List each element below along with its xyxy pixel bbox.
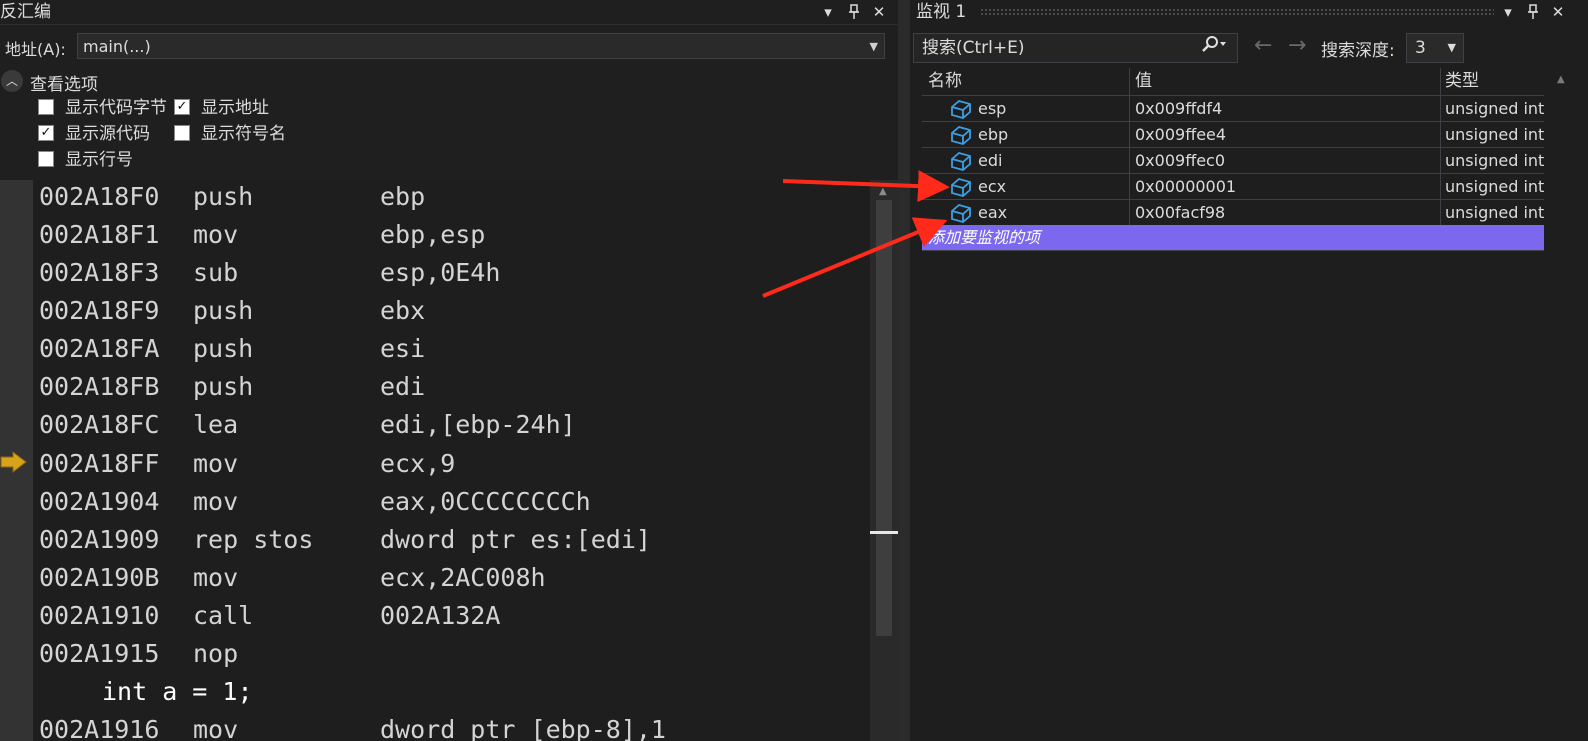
- address-combo[interactable]: main(...) ▼: [77, 33, 885, 59]
- variable-icon: [951, 178, 971, 197]
- watch-value[interactable]: 0x009ffec0: [1135, 148, 1225, 173]
- scroll-up-icon[interactable]: ▲: [1557, 74, 1565, 85]
- add-watch-row[interactable]: 添加要监视的项: [922, 225, 1544, 251]
- chevron-down-icon[interactable]: ▼: [870, 34, 878, 60]
- option-show-source[interactable]: ✓ 显示源代码: [38, 123, 178, 145]
- watch-name: ecx: [978, 177, 1007, 196]
- variable-icon: [951, 204, 971, 223]
- option-show-symbol-names[interactable]: 显示符号名: [174, 123, 294, 145]
- chevron-down-icon[interactable]: ▾: [817, 0, 839, 24]
- watch-titlebar: 监视 1 ▾ ✕: [910, 0, 1588, 24]
- watch-row[interactable]: edi 0x009ffec0 unsigned int: [922, 148, 1544, 174]
- watch-row[interactable]: ecx 0x00000001 unsigned int: [922, 174, 1544, 200]
- checkbox-show-line-numbers[interactable]: [38, 151, 54, 167]
- drag-grip[interactable]: [980, 8, 1494, 16]
- watch-value[interactable]: 0x009ffdf4: [1135, 96, 1222, 121]
- address-value: main(...): [83, 37, 151, 56]
- variable-icon: [951, 100, 971, 119]
- watch-type: unsigned int: [1445, 203, 1545, 222]
- watch-name: esp: [978, 99, 1007, 118]
- watch-type: unsigned int: [1445, 151, 1545, 170]
- watch-header: 名称 值 类型: [922, 68, 1544, 96]
- chevron-down-icon[interactable]: ▼: [1448, 34, 1456, 62]
- disassembly-window: 反汇编 ▾ ✕ 地址(A): main(...) ▼ ︿ 查看选项 显示代码字节…: [0, 0, 898, 741]
- instruction-pointer-icon: [0, 450, 27, 474]
- checkbox-show-source[interactable]: ✓: [38, 125, 54, 141]
- scroll-up-icon[interactable]: ▲: [879, 186, 887, 197]
- search-icon[interactable]: [1201, 34, 1227, 62]
- column-header-value[interactable]: 值: [1135, 68, 1152, 95]
- checkbox-show-symbol-names[interactable]: [174, 125, 190, 141]
- option-show-code-bytes[interactable]: 显示代码字节: [38, 97, 178, 119]
- address-label: 地址(A):: [5, 40, 66, 59]
- disassembly-title: 反汇编: [0, 2, 51, 22]
- option-show-line-numbers[interactable]: 显示行号: [38, 149, 158, 171]
- column-header-name[interactable]: 名称: [928, 68, 962, 95]
- disassembly-scrollbar[interactable]: ▲: [870, 180, 898, 741]
- variable-icon: [951, 152, 971, 171]
- watch-type: unsigned int: [1445, 177, 1545, 196]
- view-options-title: 查看选项: [30, 75, 98, 95]
- option-label: 显示行号: [65, 150, 133, 170]
- search-depth-value: 3: [1415, 38, 1426, 58]
- scrollbar-thumb[interactable]: [870, 531, 898, 534]
- scrollbar-track[interactable]: [876, 200, 892, 636]
- search-forward-icon[interactable]: →: [1288, 33, 1306, 58]
- window-splitter[interactable]: [898, 0, 910, 741]
- search-back-icon[interactable]: ←: [1254, 33, 1272, 58]
- option-show-address[interactable]: ✓ 显示地址: [174, 97, 294, 119]
- option-label: 显示代码字节: [65, 98, 167, 118]
- watch-search-input[interactable]: 搜索(Ctrl+E): [913, 33, 1238, 63]
- address-row: 地址(A): main(...) ▼: [0, 33, 890, 61]
- search-placeholder: 搜索(Ctrl+E): [922, 38, 1025, 58]
- option-label: 显示地址: [201, 98, 269, 118]
- pin-icon[interactable]: [843, 0, 865, 24]
- watch-scrollbar[interactable]: ▲: [1546, 68, 1576, 741]
- watch-row[interactable]: ebp 0x009ffee4 unsigned int: [922, 122, 1544, 148]
- disassembly-code-view[interactable]: 002A18F0 push ebp 002A18F1 mov ebp,esp 002A1…: [0, 180, 898, 741]
- watch-value[interactable]: 0x00facf98: [1135, 200, 1225, 225]
- collapse-options-icon[interactable]: ︿: [1, 70, 23, 92]
- watch-value[interactable]: 0x009ffee4: [1135, 122, 1226, 147]
- variable-icon: [951, 126, 971, 145]
- watch-type: unsigned int: [1445, 125, 1545, 144]
- watch-row[interactable]: esp 0x009ffdf4 unsigned int: [922, 96, 1544, 122]
- watch-value[interactable]: 0x00000001: [1135, 174, 1236, 199]
- checkbox-show-code-bytes[interactable]: [38, 99, 54, 115]
- watch-window: 监视 1 ▾ ✕ 搜索(Ctrl+E) ← → 搜索深度: 3 ▼ 名称 值 类…: [910, 0, 1588, 741]
- chevron-down-icon[interactable]: ▾: [1497, 0, 1519, 24]
- watch-name: eax: [978, 203, 1008, 222]
- disassembly-titlebar: 反汇编 ▾ ✕: [0, 0, 898, 25]
- checkbox-show-address[interactable]: ✓: [174, 99, 190, 115]
- option-label: 显示源代码: [65, 124, 150, 144]
- watch-name: ebp: [978, 125, 1009, 144]
- column-header-type[interactable]: 类型: [1445, 68, 1479, 95]
- add-watch-placeholder[interactable]: 添加要监视的项: [928, 225, 1040, 250]
- search-depth-label: 搜索深度:: [1321, 41, 1395, 61]
- close-icon[interactable]: ✕: [1547, 0, 1569, 24]
- search-depth-select[interactable]: 3 ▼: [1406, 33, 1464, 63]
- watch-type: unsigned int: [1445, 99, 1545, 118]
- watch-row[interactable]: eax 0x00facf98 unsigned int: [922, 200, 1544, 226]
- option-label: 显示符号名: [201, 124, 286, 144]
- watch-name: edi: [978, 151, 1003, 170]
- close-icon[interactable]: ✕: [868, 0, 890, 24]
- pin-icon[interactable]: [1522, 0, 1544, 24]
- watch-title: 监视 1: [916, 2, 967, 22]
